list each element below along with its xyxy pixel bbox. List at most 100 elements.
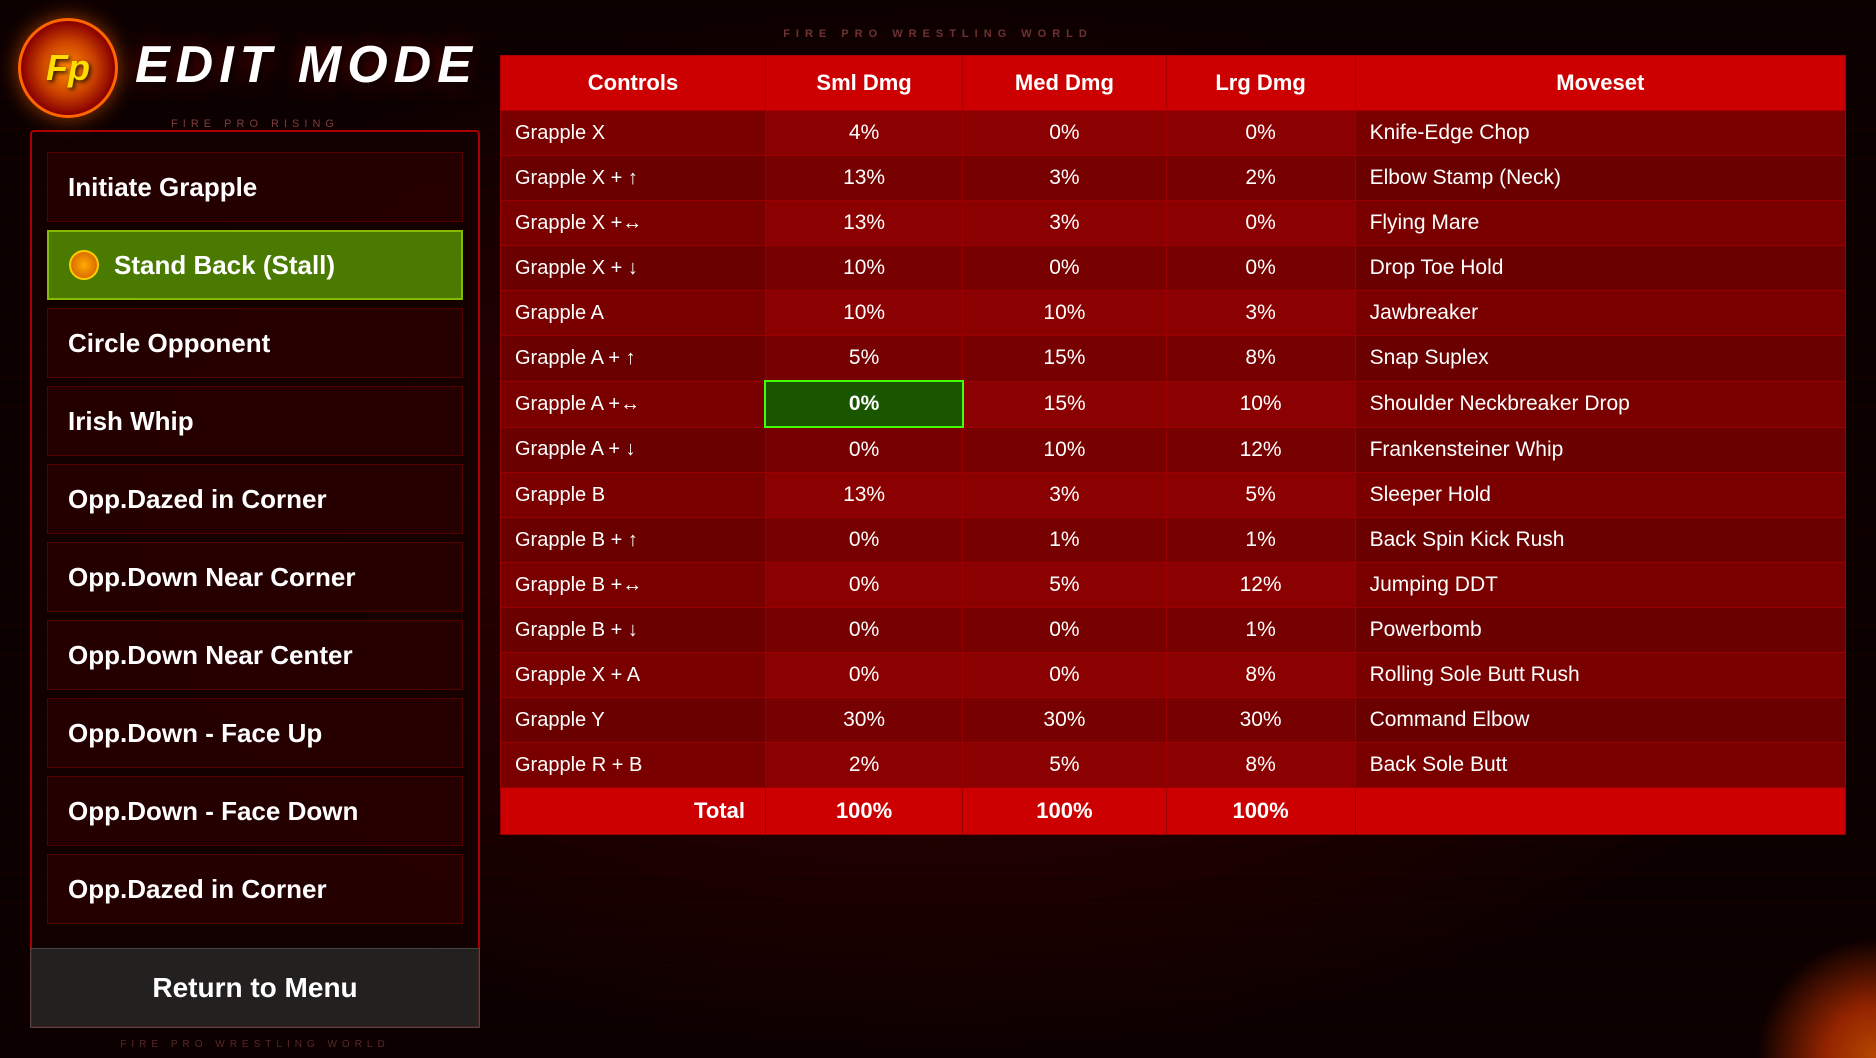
- menu-item-1[interactable]: Stand Back (Stall): [47, 230, 463, 300]
- moveset-cell: Jumping DDT: [1355, 563, 1845, 608]
- sml-dmg-cell: 5%: [765, 336, 962, 382]
- table-row[interactable]: Grapple Y30%30%30%Command Elbow: [501, 698, 1846, 743]
- lrg-dmg-cell: 30%: [1166, 698, 1355, 743]
- moveset-cell: Command Elbow: [1355, 698, 1845, 743]
- total-row: Total 100% 100% 100%: [501, 788, 1846, 835]
- menu-item-label: Initiate Grapple: [68, 172, 257, 203]
- table-row[interactable]: Grapple X + ↓10%0%0%Drop Toe Hold: [501, 246, 1846, 291]
- moveset-cell: Elbow Stamp (Neck): [1355, 156, 1845, 201]
- sml-dmg-cell: 30%: [765, 698, 962, 743]
- lrg-dmg-cell: 3%: [1166, 291, 1355, 336]
- active-icon: [69, 250, 99, 280]
- table-row[interactable]: Grapple X + ↑13%3%2%Elbow Stamp (Neck): [501, 156, 1846, 201]
- lrg-dmg-cell: 8%: [1166, 743, 1355, 788]
- controls-cell: Grapple A: [501, 291, 766, 336]
- sml-dmg-cell: 0%: [765, 653, 962, 698]
- lrg-dmg-cell: 8%: [1166, 336, 1355, 382]
- table-row[interactable]: Grapple A10%10%3%Jawbreaker: [501, 291, 1846, 336]
- menu-item-5[interactable]: Opp.Down Near Corner: [47, 542, 463, 612]
- table-row[interactable]: Grapple X + A0%0%8%Rolling Sole Butt Rus…: [501, 653, 1846, 698]
- menu-item-6[interactable]: Opp.Down Near Center: [47, 620, 463, 690]
- moveset-cell: Powerbomb: [1355, 608, 1845, 653]
- sml-dmg-cell: 0%: [765, 381, 962, 427]
- menu-list: Initiate Grapple Stand Back (Stall) Circle…: [32, 132, 478, 944]
- med-dmg-cell: 0%: [963, 653, 1166, 698]
- menu-item-7[interactable]: Opp.Down - Face Up: [47, 698, 463, 768]
- moveset-cell: Snap Suplex: [1355, 336, 1845, 382]
- moveset-cell: Flying Mare: [1355, 201, 1845, 246]
- table-row[interactable]: Grapple B + ↓0%0%1%Powerbomb: [501, 608, 1846, 653]
- menu-item-label: Opp.Down Near Center: [68, 640, 353, 671]
- menu-item-8[interactable]: Opp.Down - Face Down: [47, 776, 463, 846]
- table-row[interactable]: Grapple A + ↓0%10%12%Frankensteiner Whip: [501, 427, 1846, 473]
- sml-dmg-cell: 10%: [765, 291, 962, 336]
- sml-dmg-cell: 10%: [765, 246, 962, 291]
- sml-dmg-cell: 13%: [765, 473, 962, 518]
- moveset-cell: Knife-Edge Chop: [1355, 111, 1845, 156]
- med-dmg-cell: 0%: [963, 608, 1166, 653]
- menu-item-0[interactable]: Initiate Grapple: [47, 152, 463, 222]
- table-row[interactable]: Grapple B +↔0%5%12%Jumping DDT: [501, 563, 1846, 608]
- lrg-dmg-cell: 5%: [1166, 473, 1355, 518]
- menu-item-label: Opp.Dazed in Corner: [68, 874, 327, 905]
- lrg-dmg-cell: 12%: [1166, 427, 1355, 473]
- table-row[interactable]: Grapple X4%0%0%Knife-Edge Chop: [501, 111, 1846, 156]
- sml-dmg-cell: 0%: [765, 427, 962, 473]
- sml-dmg-cell: 0%: [765, 563, 962, 608]
- controls-cell: Grapple B +↔: [501, 563, 766, 608]
- controls-cell: Grapple A +↔: [501, 381, 766, 427]
- controls-cell: Grapple X + ↑: [501, 156, 766, 201]
- med-dmg-cell: 15%: [963, 381, 1166, 427]
- med-dmg-cell: 5%: [963, 743, 1166, 788]
- total-med: 100%: [963, 788, 1166, 835]
- moveset-cell: Shoulder Neckbreaker Drop: [1355, 381, 1845, 427]
- return-label: Return to Menu: [152, 972, 357, 1004]
- moveset-cell: Back Spin Kick Rush: [1355, 518, 1845, 563]
- moveset-cell: Frankensteiner Whip: [1355, 427, 1845, 473]
- table-row[interactable]: Grapple A + ↑5%15%8%Snap Suplex: [501, 336, 1846, 382]
- med-dmg-cell: 30%: [963, 698, 1166, 743]
- lrg-dmg-cell: 0%: [1166, 201, 1355, 246]
- menu-item-label: Stand Back (Stall): [114, 250, 335, 281]
- controls-cell: Grapple Y: [501, 698, 766, 743]
- controls-cell: Grapple B + ↑: [501, 518, 766, 563]
- top-watermark: FIRE PRO WRESTLING WORLD: [783, 28, 1093, 40]
- table-row[interactable]: Grapple A +↔0%15%10%Shoulder Neckbreaker…: [501, 381, 1846, 427]
- lrg-dmg-cell: 10%: [1166, 381, 1355, 427]
- moveset-cell: Sleeper Hold: [1355, 473, 1845, 518]
- header-moveset: Moveset: [1355, 56, 1845, 111]
- menu-item-label: Opp.Down - Face Down: [68, 796, 358, 827]
- menu-item-4[interactable]: Opp.Dazed in Corner: [47, 464, 463, 534]
- menu-item-label: Opp.Down Near Corner: [68, 562, 355, 593]
- table-row[interactable]: Grapple R + B2%5%8%Back Sole Butt: [501, 743, 1846, 788]
- table-row[interactable]: Grapple B13%3%5%Sleeper Hold: [501, 473, 1846, 518]
- menu-item-2[interactable]: Circle Opponent: [47, 308, 463, 378]
- moveset-cell: Rolling Sole Butt Rush: [1355, 653, 1845, 698]
- panel-watermark: FIRE PRO RISING: [171, 118, 339, 130]
- page-title: EDIT MODE: [135, 35, 478, 95]
- header-sml-dmg: Sml Dmg: [765, 56, 962, 111]
- return-to-menu-button[interactable]: Return to Menu: [30, 948, 480, 1028]
- sml-dmg-cell: 0%: [765, 608, 962, 653]
- controls-cell: Grapple R + B: [501, 743, 766, 788]
- header-med-dmg: Med Dmg: [963, 56, 1166, 111]
- sml-dmg-cell: 0%: [765, 518, 962, 563]
- controls-cell: Grapple X + ↓: [501, 246, 766, 291]
- total-lrg: 100%: [1166, 788, 1355, 835]
- menu-item-3[interactable]: Irish Whip: [47, 386, 463, 456]
- lrg-dmg-cell: 1%: [1166, 608, 1355, 653]
- table-row[interactable]: Grapple X +↔13%3%0%Flying Mare: [501, 201, 1846, 246]
- lrg-dmg-cell: 2%: [1166, 156, 1355, 201]
- med-dmg-cell: 0%: [963, 111, 1166, 156]
- menu-item-9[interactable]: Opp.Dazed in Corner: [47, 854, 463, 924]
- controls-cell: Grapple X: [501, 111, 766, 156]
- med-dmg-cell: 15%: [963, 336, 1166, 382]
- lrg-dmg-cell: 8%: [1166, 653, 1355, 698]
- table-row[interactable]: Grapple B + ↑0%1%1%Back Spin Kick Rush: [501, 518, 1846, 563]
- controls-cell: Grapple X + A: [501, 653, 766, 698]
- lrg-dmg-cell: 0%: [1166, 111, 1355, 156]
- sml-dmg-cell: 13%: [765, 201, 962, 246]
- lrg-dmg-cell: 12%: [1166, 563, 1355, 608]
- bottom-watermark: FIRE PRO WRESTLING WORLD: [30, 1039, 480, 1050]
- header-controls: Controls: [501, 56, 766, 111]
